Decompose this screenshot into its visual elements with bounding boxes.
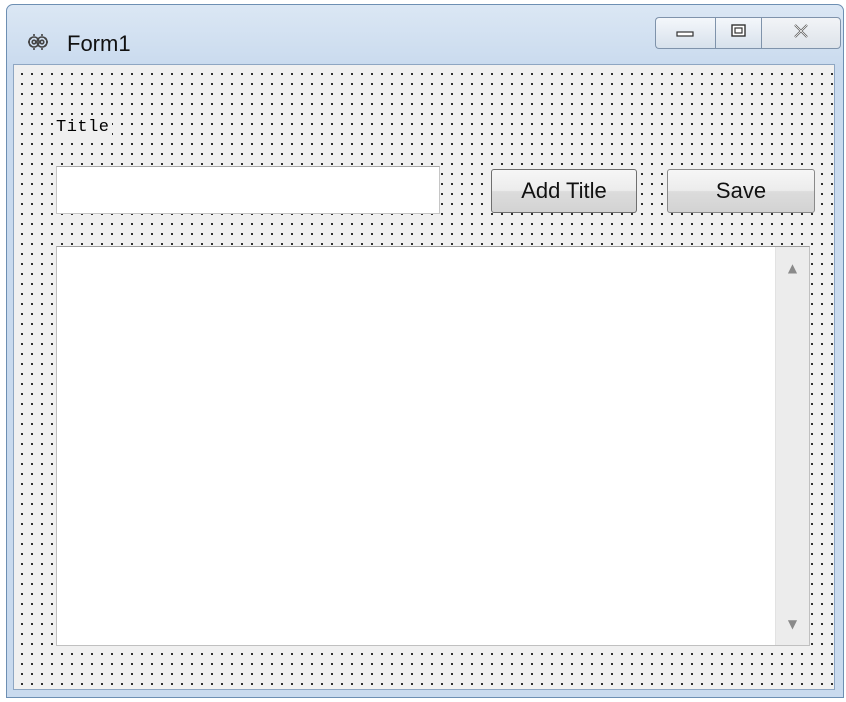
minimize-icon xyxy=(675,24,696,43)
title-input[interactable] xyxy=(56,166,440,214)
vertical-scrollbar[interactable]: ▲ ▼ xyxy=(775,247,809,645)
window-title: Form1 xyxy=(67,31,131,56)
maximize-icon xyxy=(730,23,748,44)
close-button[interactable] xyxy=(761,17,841,49)
caption-buttons xyxy=(655,17,841,49)
add-title-button[interactable]: Add Title xyxy=(491,169,637,213)
content-textarea[interactable]: ▲ ▼ xyxy=(56,246,810,646)
title-bar[interactable]: Form1 xyxy=(7,5,843,67)
maximize-button[interactable] xyxy=(715,17,761,49)
title-label: Title xyxy=(54,118,112,137)
scroll-up-arrow-icon[interactable]: ▲ xyxy=(776,251,809,285)
minimize-button[interactable] xyxy=(655,17,715,49)
gear-icon xyxy=(25,29,51,55)
save-button[interactable]: Save xyxy=(667,169,815,213)
close-icon xyxy=(791,23,811,44)
scroll-down-arrow-icon[interactable]: ▼ xyxy=(776,607,809,641)
